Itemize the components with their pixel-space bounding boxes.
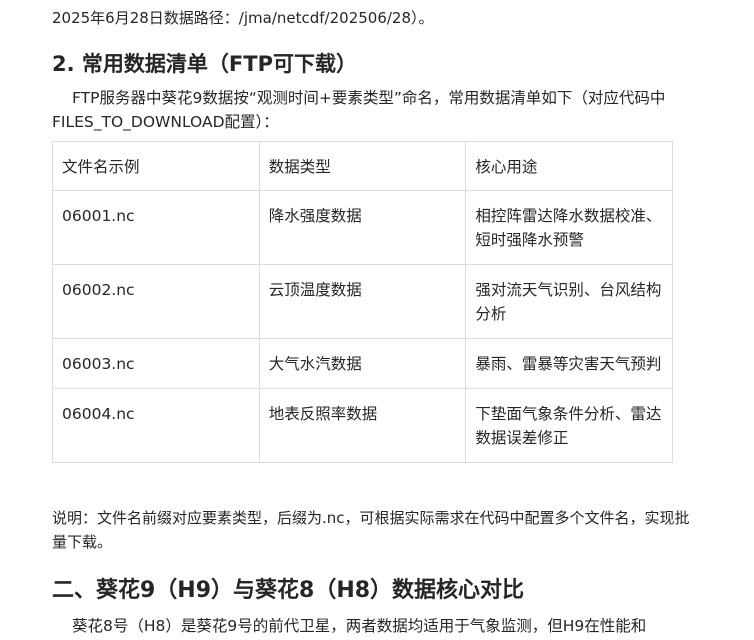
table-cell: 06002.nc — [52, 264, 260, 339]
intro-tail-text: 2025年6月28日数据路径：/jma/netcdf/202506/28）。 — [52, 9, 434, 27]
table-header-cell: 核心用途 — [465, 141, 673, 191]
table-cell: 大气水汽数据 — [258, 338, 467, 389]
section-intro-paragraph: FTP服务器中葵花9数据按“观测时间+要素类型”命名，常用数据清单如下（对应代码… — [52, 89, 666, 131]
table-row: 06004.nc 地表反照率数据 下垫面气象条件分析、雷达数据误差修正 — [52, 388, 673, 463]
table-header-cell: 数据类型 — [258, 141, 467, 191]
table-cell: 下垫面气象条件分析、雷达数据误差修正 — [465, 388, 673, 463]
comparison-heading: 二、葵花9（H9）与葵花8（H8）数据核心对比 — [52, 578, 525, 603]
table-cell: 相控阵雷达降水数据校准、短时强降水预警 — [465, 190, 673, 265]
comparison-intro-paragraph: 葵花8号（H8）是葵花9号的前代卫星，两者数据均适用于气象监测，但H9在性能和 — [72, 617, 647, 635]
table-cell: 云顶温度数据 — [258, 264, 467, 339]
table-row: 06002.nc 云顶温度数据 强对流天气识别、台风结构分析 — [52, 264, 673, 339]
data-list-table: 文件名示例 数据类型 核心用途 06001.nc 降水强度数据 相控阵雷达降水数… — [52, 141, 673, 463]
table-cell: 降水强度数据 — [258, 190, 467, 265]
table-cell: 暴雨、雷暴等灾害天气预判 — [465, 338, 673, 389]
table-cell: 06003.nc — [52, 338, 260, 389]
table-cell: 06001.nc — [52, 190, 260, 265]
table-row: 06001.nc 降水强度数据 相控阵雷达降水数据校准、短时强降水预警 — [52, 190, 673, 265]
table-row: 06003.nc 大气水汽数据 暴雨、雷暴等灾害天气预判 — [52, 338, 673, 389]
note-paragraph: 说明：文件名前缀对应要素类型，后缀为.nc，可根据实际需求在代码中配置多个文件名… — [52, 509, 690, 551]
section-heading: 2. 常用数据清单（FTP可下载） — [52, 52, 357, 76]
table-cell: 06004.nc — [52, 388, 260, 463]
table-cell: 地表反照率数据 — [258, 388, 467, 463]
table-header-row: 文件名示例 数据类型 核心用途 — [52, 141, 673, 191]
table-header-cell: 文件名示例 — [52, 141, 260, 191]
table-cell: 强对流天气识别、台风结构分析 — [465, 264, 673, 339]
